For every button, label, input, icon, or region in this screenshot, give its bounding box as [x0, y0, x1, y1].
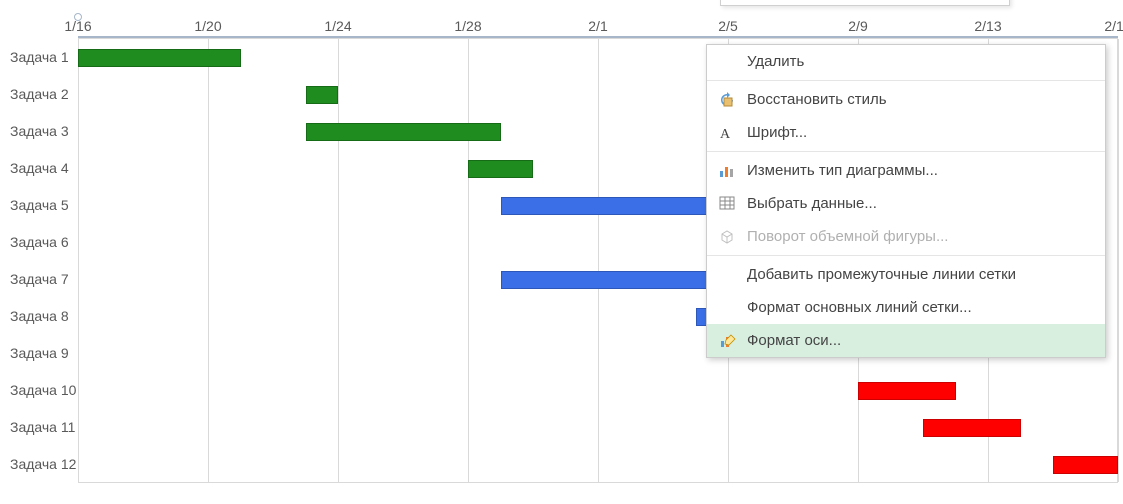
x-tick-label: 1/28	[448, 18, 488, 34]
x-tick-label: 1/16	[58, 18, 98, 34]
menu-3d-rotation: Поворот объемной фигуры...	[707, 220, 1105, 253]
gridline	[338, 39, 339, 482]
task-bar[interactable]	[923, 419, 1021, 437]
x-tick-label: 2/17	[1098, 18, 1123, 34]
task-label: Задача 1	[10, 49, 72, 65]
gridline	[1118, 39, 1119, 482]
task-label: Задача 7	[10, 271, 72, 287]
menu-format-major-label: Формат основных линий сетки...	[747, 299, 972, 316]
menu-select-data[interactable]: Выбрать данные...	[707, 187, 1105, 220]
task-bar[interactable]	[306, 123, 501, 141]
x-tick-label: 1/24	[318, 18, 358, 34]
x-tick-label: 2/5	[708, 18, 748, 34]
task-bar[interactable]	[306, 86, 339, 104]
menu-format-axis[interactable]: Формат оси...	[707, 324, 1105, 357]
menu-change-type-label: Изменить тип диаграммы...	[747, 162, 938, 179]
select-data-icon	[719, 196, 747, 212]
task-label: Задача 3	[10, 123, 72, 139]
menu-select-data-label: Выбрать данные...	[747, 195, 877, 212]
task-label: Задача 8	[10, 308, 72, 324]
task-bar[interactable]	[1053, 456, 1118, 474]
menu-delete[interactable]: Удалить	[707, 45, 1105, 78]
x-tick-label: 1/20	[188, 18, 228, 34]
menu-font[interactable]: A Шрифт...	[707, 116, 1105, 149]
svg-text:A: A	[720, 127, 731, 141]
context-menu: Удалить Восстановить стиль A Шрифт... Из…	[706, 44, 1106, 358]
menu-3d-rotation-label: Поворот объемной фигуры...	[747, 228, 948, 245]
menu-reset-style[interactable]: Восстановить стиль	[707, 83, 1105, 116]
tooltip-box	[720, 0, 1010, 6]
font-icon: A	[719, 125, 747, 141]
task-label: Задача 6	[10, 234, 72, 250]
menu-format-major-gridlines[interactable]: Формат основных линий сетки...	[707, 291, 1105, 324]
task-label: Задача 10	[10, 382, 72, 398]
menu-sep	[707, 151, 1105, 152]
task-label: Задача 12	[10, 456, 72, 472]
task-label: Задача 2	[10, 86, 72, 102]
menu-add-minor-gridlines[interactable]: Добавить промежуточные линии сетки	[707, 258, 1105, 291]
gridline	[468, 39, 469, 482]
gridline	[208, 39, 209, 482]
chart-type-icon	[719, 163, 747, 179]
menu-delete-label: Удалить	[747, 53, 804, 70]
task-bar[interactable]	[78, 49, 241, 67]
task-bar[interactable]	[858, 382, 956, 400]
gantt-chart: 1/16 1/20 1/24 1/28 2/1 2/5 2/9 2/13 2/17 Задача…	[0, 0, 1123, 504]
x-tick-label: 2/9	[838, 18, 878, 34]
menu-sep	[707, 255, 1105, 256]
task-label: Задача 9	[10, 345, 72, 361]
task-bar[interactable]	[468, 160, 533, 178]
cube-icon	[719, 229, 747, 245]
task-label: Задача 11	[10, 419, 72, 435]
menu-reset-style-label: Восстановить стиль	[747, 91, 887, 108]
menu-sep	[707, 80, 1105, 81]
reset-icon	[719, 92, 747, 108]
menu-change-chart-type[interactable]: Изменить тип диаграммы...	[707, 154, 1105, 187]
task-label: Задача 4	[10, 160, 72, 176]
menu-font-label: Шрифт...	[747, 124, 807, 141]
task-label: Задача 5	[10, 197, 72, 213]
task-bar[interactable]	[501, 197, 729, 215]
format-axis-icon	[719, 332, 747, 350]
x-tick-label: 2/13	[968, 18, 1008, 34]
x-tick-label: 2/1	[578, 18, 618, 34]
gridline	[78, 39, 79, 482]
menu-add-minor-label: Добавить промежуточные линии сетки	[747, 266, 1016, 283]
menu-format-axis-label: Формат оси...	[747, 332, 841, 349]
gridline	[598, 39, 599, 482]
